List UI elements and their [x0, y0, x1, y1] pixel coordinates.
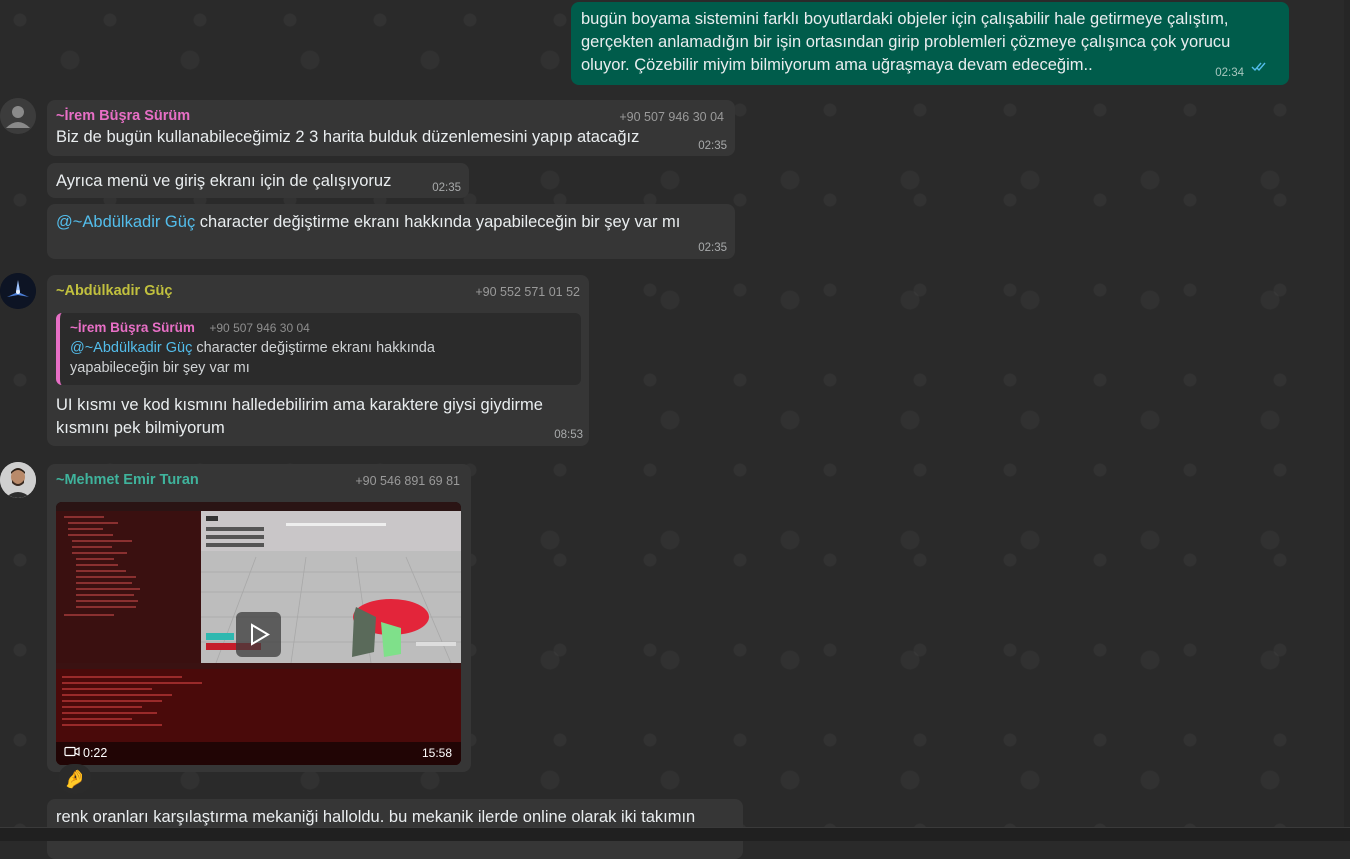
pinched-fingers-icon: 🤌 [63, 768, 87, 789]
mention-link: @~Abdülkadir Güç [70, 340, 193, 356]
quoted-message[interactable]: ~İrem Büşra Sürüm +90 507 946 30 04 @~Ab… [56, 313, 581, 385]
incoming-message[interactable]: @~Abdülkadir Güç character değiştirme ek… [47, 204, 735, 259]
message-text: Ayrıca menü ve giriş ekranı için de çalı… [56, 172, 392, 190]
video-camera-icon [64, 744, 80, 762]
incoming-message[interactable]: ~İrem Büşra Sürüm +90 507 946 30 04 Biz … [47, 100, 735, 156]
quoted-phone: +90 507 946 30 04 [209, 321, 310, 335]
sender-phone: +90 552 571 01 52 [475, 285, 580, 299]
message-time: 02:35 [698, 140, 727, 152]
incoming-message[interactable]: ~Abdülkadir Güç +90 552 571 01 52 ~İrem … [47, 275, 589, 446]
sender-phone: +90 546 891 69 81 [355, 474, 460, 488]
message-time: 02:35 [432, 182, 461, 194]
mention-link[interactable]: @~Abdülkadir Güç [56, 213, 195, 231]
message-line: gerçekten anlamadığın bir işin ortasında… [581, 33, 1231, 51]
avatar[interactable] [0, 98, 36, 134]
avatar[interactable] [0, 462, 36, 498]
play-icon [236, 623, 281, 661]
quoted-line: character değiştirme ekranı hakkında [192, 340, 435, 356]
default-avatar-icon [0, 98, 36, 134]
read-ticks-icon [1251, 59, 1267, 77]
sender-name[interactable]: ~Abdülkadir Güç [56, 283, 172, 299]
message-line: oluyor. Çözebilir miyim bilmiyorum ama u… [581, 56, 1093, 74]
sender-name[interactable]: ~Mehmet Emir Turan [56, 472, 199, 488]
message-time: 02:35 [698, 242, 727, 254]
message-text: Biz de bugün kullanabileceğimiz 2 3 hari… [56, 128, 640, 146]
scrollbar[interactable] [1344, 0, 1350, 841]
reaction-badge[interactable]: 🤌 [58, 764, 92, 794]
sender-name[interactable]: ~İrem Büşra Sürüm [56, 108, 190, 124]
avatar-image [0, 273, 36, 309]
message-time: 15:58 [421, 746, 452, 760]
message-time: 08:53 [554, 429, 583, 441]
quoted-line: yapabileceğin bir şey var mı [70, 360, 250, 376]
play-button[interactable] [236, 612, 281, 657]
incoming-message[interactable]: ~Mehmet Emir Turan +90 546 891 69 81 0:2… [47, 464, 471, 772]
message-time: 02:34 [1215, 67, 1244, 79]
avatar[interactable] [0, 273, 36, 309]
video-duration-label: 0:22 [83, 746, 108, 760]
bottom-edge [0, 827, 1350, 841]
sender-phone: +90 507 946 30 04 [619, 110, 724, 124]
quoted-text: @~Abdülkadir Güç character değiştirme ek… [70, 338, 571, 358]
message-line: bugün boyama sistemini farklı boyutlarda… [581, 10, 1229, 28]
outgoing-message[interactable]: bugün boyama sistemini farklı boyutlarda… [571, 2, 1289, 85]
message-text-rest: character değiştirme ekranı hakkında yap… [195, 213, 681, 231]
message-line: UI kısmı ve kod kısmını halledebilirim a… [56, 396, 543, 414]
incoming-message[interactable]: Ayrıca menü ve giriş ekranı için de çalı… [47, 163, 469, 198]
avatar-image [0, 462, 36, 498]
message-line: kısmını pek bilmiyorum [56, 419, 225, 437]
message-text: @~Abdülkadir Güç character değiştirme ek… [56, 211, 726, 234]
quoted-sender: ~İrem Büşra Sürüm [70, 320, 195, 335]
message-text: renk oranları karşılaştırma mekaniği hal… [56, 808, 696, 826]
video-thumbnail[interactable]: 0:22 15:58 [56, 502, 461, 765]
video-duration: 0:22 [64, 744, 107, 762]
